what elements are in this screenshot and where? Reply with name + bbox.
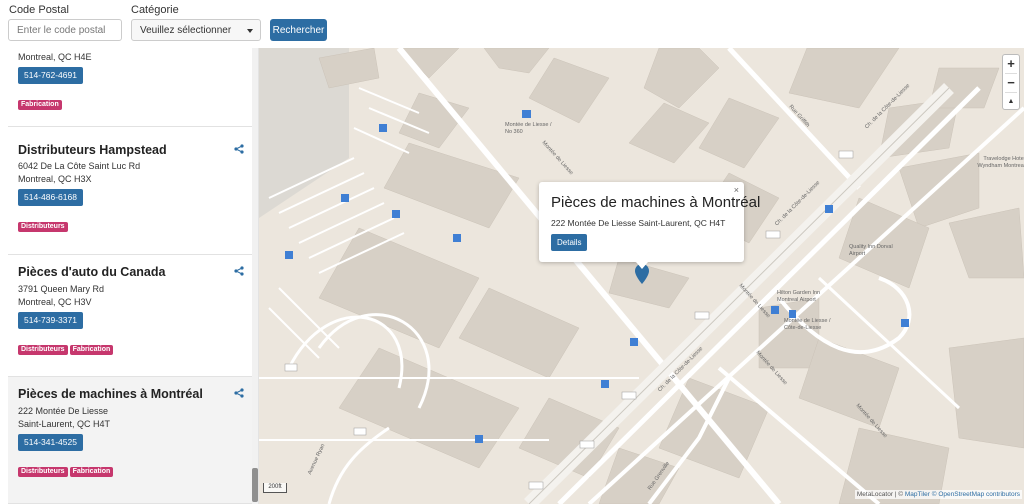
map-attribution: MetaLocator | © MapTiler © OpenStreetMap… bbox=[854, 490, 1022, 499]
map-label: Travelodge Hotel Wyndham Montreal bbox=[977, 156, 1024, 169]
popup-title: Pièces de machines à Montréal bbox=[551, 194, 761, 211]
tag-list: Distributeurs bbox=[18, 222, 68, 232]
attribution-prefix: MetaLocator | © bbox=[856, 491, 905, 498]
chevron-down-icon bbox=[247, 29, 253, 33]
popup-tip bbox=[636, 262, 648, 269]
category-label: Catégorie bbox=[131, 4, 179, 16]
share-icon[interactable] bbox=[234, 266, 244, 276]
category-tag: Distributeurs bbox=[18, 345, 68, 355]
category-selected-value: Veuillez sélectionner bbox=[140, 25, 232, 36]
popup-address: 222 Montée De Liesse Saint-Laurent, QC H… bbox=[551, 218, 726, 228]
attribution-link[interactable]: MapTiler © OpenStreetMap contributors bbox=[905, 491, 1020, 498]
building bbox=[948, 207, 1024, 279]
route-shield bbox=[694, 311, 710, 320]
map-label: Hilton Garden Inn Montreal Airport bbox=[777, 290, 821, 303]
zoom-out-button[interactable]: − bbox=[1003, 74, 1019, 92]
details-button[interactable]: Details bbox=[551, 234, 588, 251]
building bbox=[643, 48, 720, 109]
zoom-in-button[interactable]: + bbox=[1003, 55, 1019, 73]
search-bar: Code Postal Catégorie Veuillez sélection… bbox=[0, 0, 1024, 48]
map-view[interactable]: Montée de Liesse / No 360 Montée de Lies… bbox=[259, 48, 1024, 504]
share-icon[interactable] bbox=[234, 144, 244, 154]
building bbox=[528, 57, 610, 124]
phone-button[interactable]: 514-486-6168 bbox=[18, 189, 83, 206]
tag-list: Fabrication bbox=[18, 100, 62, 110]
map-label: Quality Inn Dorval Airport bbox=[849, 244, 893, 257]
zoom-control: + − ▲ bbox=[1002, 54, 1020, 110]
route-shield bbox=[284, 363, 298, 372]
address-line: Montreal, QC H4E bbox=[18, 52, 92, 62]
list-item[interactable]: Distributeurs Hampstead 6042 De La Côte … bbox=[8, 127, 252, 255]
building bbox=[458, 287, 580, 379]
building bbox=[383, 142, 520, 229]
category-select[interactable]: Veuillez sélectionner bbox=[131, 19, 261, 41]
location-popup: × Pièces de machines à Montréal 222 Mont… bbox=[539, 182, 760, 269]
category-tag: Distributeurs bbox=[18, 222, 68, 232]
category-tag: Fabrication bbox=[69, 467, 114, 477]
bus-stop-icon bbox=[789, 310, 796, 318]
phone-button[interactable]: 514-341-4525 bbox=[18, 434, 83, 451]
phone-button[interactable]: 514-739-3371 bbox=[18, 312, 83, 329]
scrollbar-track[interactable] bbox=[252, 48, 258, 504]
list-item[interactable]: Montreal, QC H4E 514-762-4691 Fabricatio… bbox=[8, 48, 252, 127]
route-shield bbox=[579, 440, 595, 449]
location-name: Pièces de machines à Montréal bbox=[18, 387, 203, 401]
postal-code-input[interactable] bbox=[8, 19, 122, 41]
phone-button[interactable]: 514-762-4691 bbox=[18, 67, 83, 84]
route-shield bbox=[528, 481, 544, 490]
address-line: 3791 Queen Mary Rd bbox=[18, 284, 105, 294]
map-label: Montée de Liesse / Côte-de-Liesse bbox=[784, 318, 831, 331]
tag-list: Distributeurs Fabrication bbox=[18, 345, 114, 355]
location-name: Distributeurs Hampstead bbox=[18, 143, 167, 157]
route-shield bbox=[765, 230, 781, 239]
compass-icon[interactable]: ▲ bbox=[1003, 93, 1019, 111]
list-item-selected[interactable]: Pièces de machines à Montréal 222 Montée… bbox=[8, 377, 252, 504]
route-shield bbox=[621, 391, 637, 400]
postal-code-label: Code Postal bbox=[9, 4, 69, 16]
category-tag: Distributeurs bbox=[18, 467, 68, 477]
tag-list: Distributeurs Fabrication bbox=[18, 467, 114, 477]
address-line: Montreal, QC H3V bbox=[18, 297, 92, 307]
building bbox=[948, 337, 1024, 449]
location-name: Pièces d'auto du Canada bbox=[18, 265, 166, 279]
route-shield bbox=[353, 427, 367, 436]
address-line: Saint-Laurent, QC H4T bbox=[18, 419, 111, 429]
results-list[interactable]: Montreal, QC H4E 514-762-4691 Fabricatio… bbox=[0, 48, 259, 504]
route-shield bbox=[838, 150, 854, 159]
share-icon[interactable] bbox=[234, 388, 244, 398]
scale-bar: 200ft bbox=[263, 483, 287, 493]
building bbox=[628, 102, 710, 164]
category-tag: Fabrication bbox=[18, 100, 62, 110]
bus-stop-icon bbox=[522, 110, 529, 118]
search-button[interactable]: Rechercher bbox=[270, 19, 327, 41]
building bbox=[608, 257, 690, 309]
address-line: 6042 De La Côte Saint Luc Rd bbox=[18, 161, 141, 171]
address-line: Montreal, QC H3X bbox=[18, 174, 92, 184]
list-item[interactable]: Pièces d'auto du Canada 3791 Queen Mary … bbox=[8, 255, 252, 377]
building bbox=[898, 152, 980, 229]
building bbox=[698, 97, 780, 169]
address-line: 222 Montée De Liesse bbox=[18, 406, 109, 416]
map-label: Montée de Liesse / No 360 bbox=[505, 122, 552, 135]
scrollbar-thumb[interactable] bbox=[252, 468, 258, 502]
building bbox=[788, 48, 900, 109]
category-tag: Fabrication bbox=[69, 345, 114, 355]
building bbox=[483, 48, 550, 74]
building bbox=[318, 227, 480, 349]
